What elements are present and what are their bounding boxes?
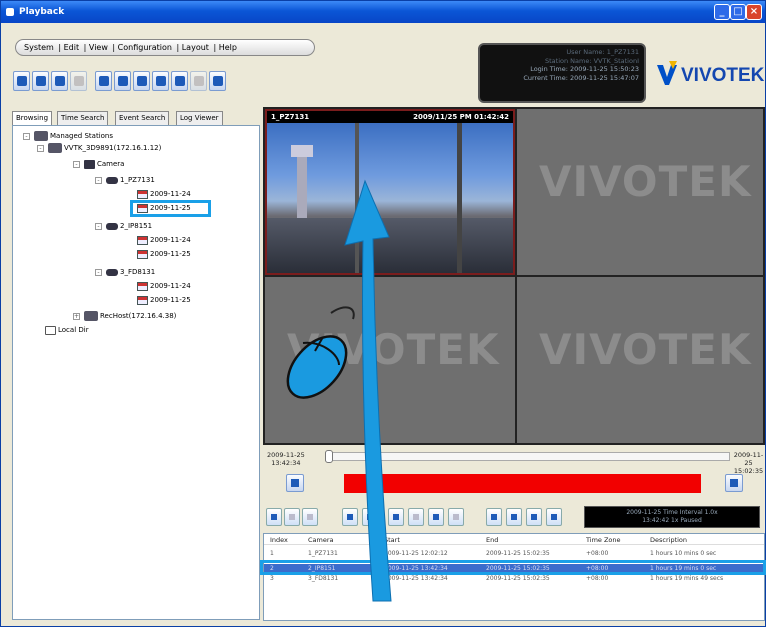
mouse-icon: [286, 306, 355, 399]
drag-annotation: [286, 179, 392, 602]
playback-window: Playback _ □ × System | Edit | View | Co…: [0, 0, 766, 627]
arrow-icon: [344, 179, 392, 602]
